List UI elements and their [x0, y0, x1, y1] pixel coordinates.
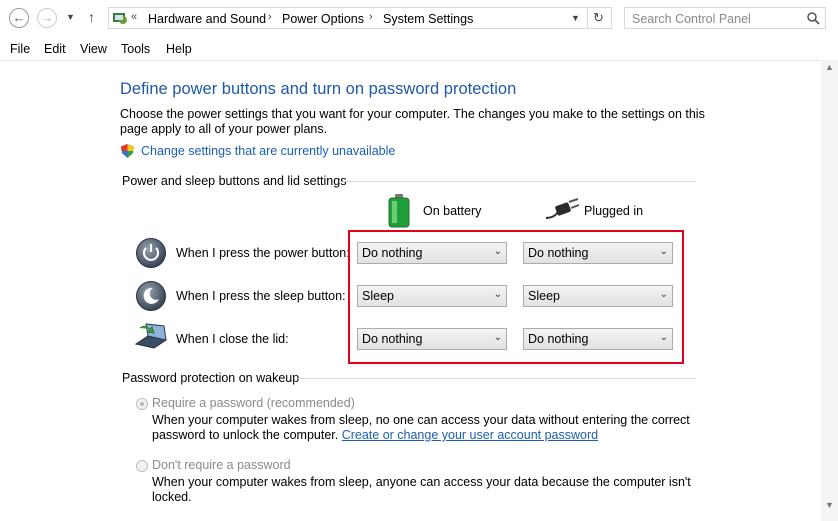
breadcrumb-overflow-icon[interactable]: « — [131, 11, 137, 23]
back-button[interactable]: ← — [9, 8, 29, 28]
section-divider — [298, 378, 695, 379]
forward-button[interactable]: → — [37, 8, 57, 28]
description-line-2: page apply to all of your power plans. — [120, 122, 328, 136]
page-title: Define power buttons and turn on passwor… — [120, 80, 517, 98]
menu-help[interactable]: Help — [166, 42, 192, 56]
power-button-icon — [136, 238, 166, 268]
no-password-desc-1: When your computer wakes from sleep, any… — [152, 475, 691, 489]
vertical-scrollbar[interactable]: ▲ ▼ — [821, 60, 838, 521]
breadcrumb-hardware-and-sound[interactable]: Hardware and Sound — [148, 12, 266, 26]
sleep-button-label: When I press the sleep button: — [176, 289, 346, 303]
no-password-radio[interactable] — [136, 460, 148, 472]
description-line-1: Choose the power settings that you want … — [120, 107, 705, 121]
search-placeholder: Search Control Panel — [632, 12, 751, 26]
require-password-label: Require a password (recommended) — [152, 396, 355, 410]
shield-icon — [121, 144, 134, 158]
highlight-box — [348, 230, 684, 364]
refresh-icon[interactable]: ↻ — [593, 10, 604, 26]
no-password-desc-2: locked. — [152, 490, 192, 504]
close-lid-label: When I close the lid: — [176, 332, 289, 346]
menu-bar: File Edit View Tools Help — [0, 38, 838, 61]
address-field[interactable]: « Hardware and Sound › Power Options › S… — [108, 7, 612, 29]
search-icon[interactable] — [807, 12, 820, 25]
require-password-radio[interactable] — [136, 398, 148, 410]
require-password-desc-text: password to unlock the computer. — [152, 428, 339, 442]
breadcrumb-separator-icon[interactable]: › — [369, 11, 373, 23]
menu-view[interactable]: View — [80, 42, 107, 56]
on-battery-header: On battery — [423, 204, 482, 218]
section-password-heading: Password protection on wakeup — [122, 371, 300, 385]
laptop-lid-icon — [134, 323, 168, 349]
breadcrumb-separator-icon[interactable]: › — [268, 11, 272, 23]
search-input[interactable]: Search Control Panel — [624, 7, 826, 29]
scroll-down-icon[interactable]: ▼ — [825, 500, 834, 510]
power-button-label: When I press the power button: — [176, 246, 350, 260]
breadcrumb-system-settings[interactable]: System Settings — [383, 12, 473, 26]
battery-icon — [388, 194, 410, 228]
sleep-button-icon — [136, 281, 166, 311]
change-settings-link[interactable]: Change settings that are currently unava… — [141, 144, 395, 158]
menu-edit[interactable]: Edit — [44, 42, 66, 56]
require-password-desc-1: When your computer wakes from sleep, no … — [152, 413, 690, 427]
plugged-in-header: Plugged in — [584, 204, 644, 218]
recent-pages-dropdown-icon[interactable]: ▼ — [66, 12, 75, 22]
divider — [587, 8, 588, 28]
no-password-label: Don't require a password — [152, 458, 291, 472]
scroll-up-icon[interactable]: ▲ — [825, 62, 834, 72]
section-divider — [343, 181, 695, 182]
address-dropdown-icon[interactable]: ▼ — [571, 13, 580, 23]
up-button[interactable]: ↑ — [88, 9, 95, 25]
section-power-sleep-heading: Power and sleep buttons and lid settings — [122, 174, 347, 188]
menu-file[interactable]: File — [10, 42, 30, 56]
plug-icon — [545, 198, 580, 219]
require-password-desc-2: password to unlock the computer. Create … — [152, 428, 598, 442]
breadcrumb-power-options[interactable]: Power Options — [282, 12, 364, 26]
create-password-link[interactable]: Create or change your user account passw… — [342, 428, 598, 442]
address-bar-area: ← → ▼ ↑ « Hardware and Sound › Power Opt… — [0, 0, 838, 37]
menu-tools[interactable]: Tools — [121, 42, 150, 56]
control-panel-icon — [113, 13, 127, 24]
